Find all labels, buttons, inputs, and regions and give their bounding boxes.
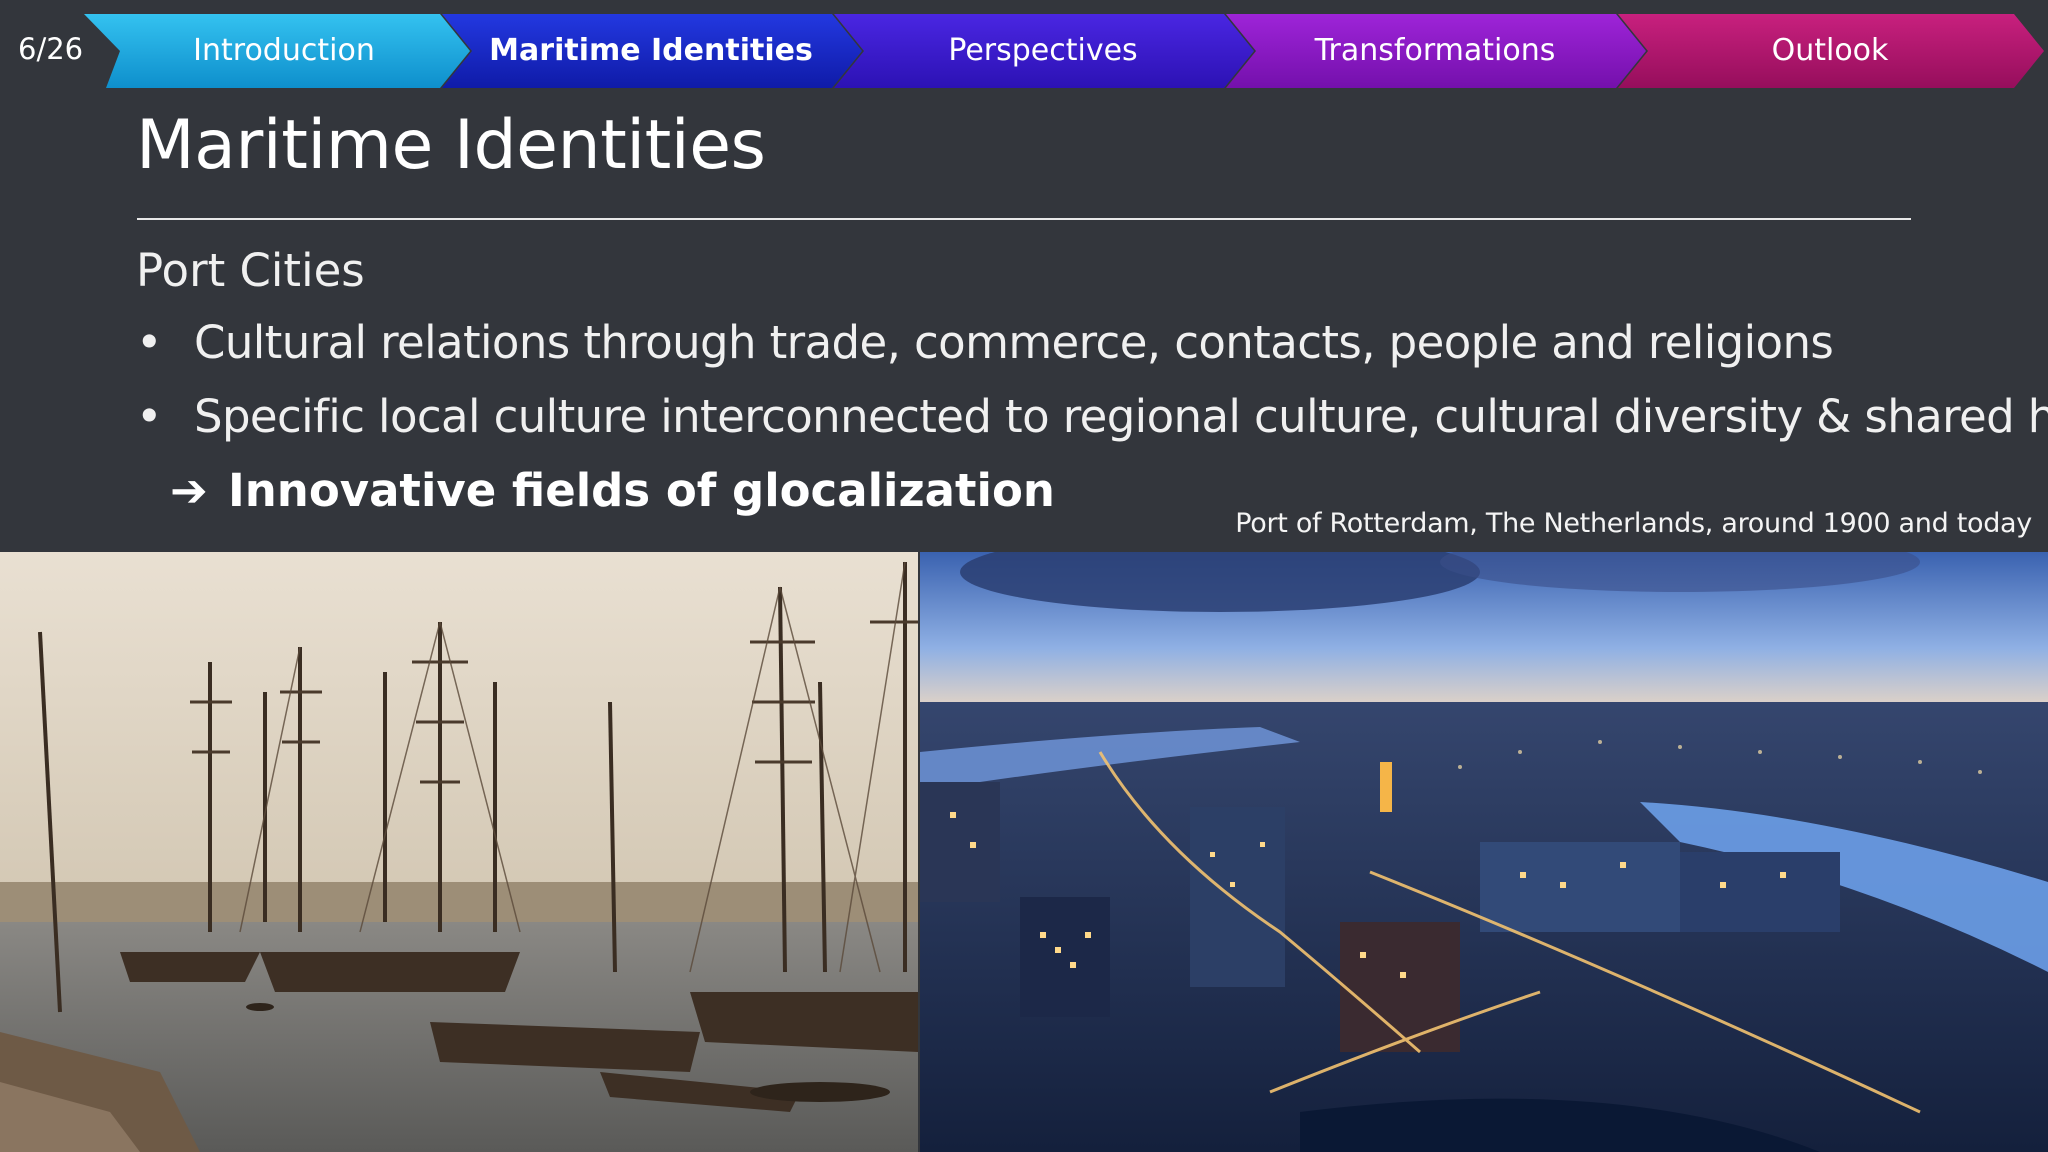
bullet-text: Cultural relations through trade, commer…	[194, 316, 1834, 369]
city-skyline-dusk-illustration	[920, 552, 2048, 1152]
bullet-dot: •	[136, 316, 163, 369]
nav-item-maritime-identities[interactable]: Maritime Identities	[470, 14, 832, 88]
bullet-text: Specific local culture interconnected to…	[194, 390, 2048, 443]
right-arrow-icon: ➔	[170, 464, 208, 517]
sailing-ships-illustration	[0, 552, 918, 1152]
historic-harbor-photo	[0, 552, 918, 1152]
bullet-dot: •	[136, 390, 163, 443]
bullet-item: • Cultural relations through trade, comme…	[136, 316, 1834, 369]
title-divider	[137, 218, 1911, 220]
image-caption: Port of Rotterdam, The Netherlands, arou…	[1235, 508, 2032, 539]
conclusion-text: Innovative fields of glocalization	[228, 464, 1055, 517]
modern-rotterdam-photo	[920, 552, 2048, 1152]
nav-item-perspectives[interactable]: Perspectives	[862, 14, 1224, 88]
bullet-item: • Specific local culture interconnected t…	[136, 390, 2048, 443]
nav-item-transformations[interactable]: Transformations	[1254, 14, 1616, 88]
nav-item-outlook[interactable]: Outlook	[1646, 14, 2014, 88]
section-navigation: Introduction Maritime Identities Perspec…	[84, 14, 2048, 88]
slide-title: Maritime Identities	[136, 106, 766, 185]
conclusion-line: ➔ Innovative fields of glocalization	[170, 464, 1055, 517]
page-number: 6/26	[18, 32, 84, 66]
nav-item-introduction[interactable]: Introduction	[124, 14, 444, 88]
slide: 6/26 Introduction Maritime Identities Pe…	[0, 0, 2048, 1152]
section-subheading: Port Cities	[136, 244, 365, 297]
